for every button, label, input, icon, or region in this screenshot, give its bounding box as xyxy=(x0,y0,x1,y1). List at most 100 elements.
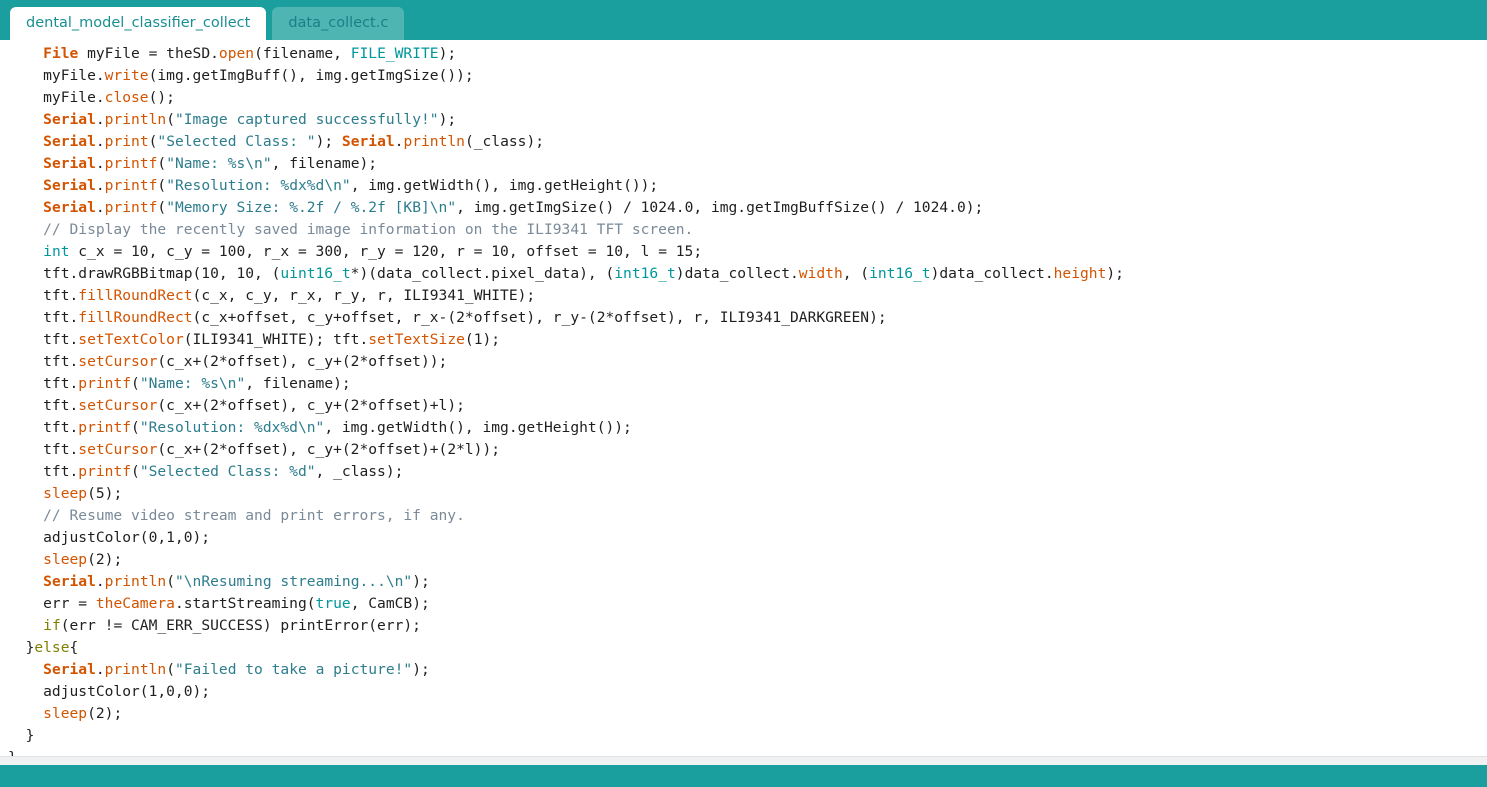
code-token: // Display the recently saved image info… xyxy=(8,221,694,238)
code-token: ); xyxy=(438,45,457,62)
code-token: "Name: %s\n" xyxy=(139,375,246,392)
code-token: setCursor xyxy=(78,441,158,458)
code-token: (c_x+(2*offset), c_y+(2*offset)+(2*l)); xyxy=(157,441,501,458)
source-code[interactable]: File myFile = theSD.open(filename, FILE_… xyxy=(0,43,1487,756)
code-token: println xyxy=(104,661,167,678)
code-token: } xyxy=(8,639,35,656)
code-token: *)(data_collect.pixel_data), ( xyxy=(350,265,615,282)
code-token: tft. xyxy=(8,419,79,436)
code-line: Serial.print("Selected Class: "); Serial… xyxy=(0,131,1487,153)
code-line: } xyxy=(0,747,1487,756)
code-token: printf xyxy=(104,155,158,172)
code-token: . xyxy=(95,155,105,172)
code-token: ( xyxy=(131,375,140,392)
code-line: myFile.write(img.getImgBuff(), img.getIm… xyxy=(0,65,1487,87)
code-token: (filename, xyxy=(254,45,351,62)
editor-tab-bar: dental_model_classifier_collect data_col… xyxy=(0,0,1487,40)
code-token: ( xyxy=(131,463,140,480)
code-token: ); xyxy=(1106,265,1124,282)
code-token: (c_x+(2*offset), c_y+(2*offset)); xyxy=(157,353,448,370)
code-token: adjustColor(1,0,0); xyxy=(8,683,211,700)
code-token: ( xyxy=(157,199,167,216)
code-line: adjustColor(0,1,0); xyxy=(0,527,1487,549)
code-line: tft.setCursor(c_x+(2*offset), c_y+(2*off… xyxy=(0,395,1487,417)
code-token: (img.getImgBuff(), img.getImgSize()); xyxy=(148,67,474,84)
code-line: // Resume video stream and print errors,… xyxy=(0,505,1487,527)
code-token: FILE_WRITE xyxy=(350,45,439,62)
code-token: . xyxy=(95,133,105,150)
code-token: , filename); xyxy=(271,155,378,172)
code-token: myFile. xyxy=(8,67,105,84)
code-token: println xyxy=(104,573,167,590)
code-token: File xyxy=(43,45,79,62)
code-token: printf xyxy=(78,463,132,480)
code-token: (c_x+(2*offset), c_y+(2*offset)+l); xyxy=(157,397,465,414)
code-token: myFile = theSD. xyxy=(78,45,219,62)
code-line: int c_x = 10, c_y = 100, r_x = 300, r_y … xyxy=(0,241,1487,263)
code-token: tft. xyxy=(8,309,79,326)
code-line: tft.setTextColor(ILI9341_WHITE); tft.set… xyxy=(0,329,1487,351)
code-token: print xyxy=(104,133,149,150)
code-line: tft.printf("Selected Class: %d", _class)… xyxy=(0,461,1487,483)
code-token: ); xyxy=(412,661,430,678)
code-editor-area[interactable]: File myFile = theSD.open(filename, FILE_… xyxy=(0,40,1487,756)
code-line: sleep(2); xyxy=(0,549,1487,571)
code-token: . xyxy=(95,573,105,590)
code-token: fillRoundRect xyxy=(78,287,193,304)
code-token: int xyxy=(43,243,70,260)
code-line: Serial.printf("Memory Size: %.2f / %.2f … xyxy=(0,197,1487,219)
code-line: File myFile = theSD.open(filename, FILE_… xyxy=(0,43,1487,65)
code-token: tft. xyxy=(8,287,79,304)
code-token: )data_collect. xyxy=(675,265,799,282)
code-token: ( xyxy=(157,177,167,194)
code-token: if xyxy=(43,617,61,634)
code-line: myFile.close(); xyxy=(0,87,1487,109)
code-token: . xyxy=(95,111,105,128)
code-token: "Memory Size: %.2f / %.2f [KB]\n" xyxy=(166,199,457,216)
code-token: . xyxy=(95,661,105,678)
code-line: }else{ xyxy=(0,637,1487,659)
code-token: printf xyxy=(78,375,132,392)
code-token: adjustColor(0,1,0); xyxy=(8,529,211,546)
code-token: ); xyxy=(438,111,457,128)
code-token: ( xyxy=(166,111,175,128)
code-token: (5); xyxy=(87,485,123,502)
code-token: printf xyxy=(104,177,158,194)
code-line: tft.printf("Resolution: %dx%d\n", img.ge… xyxy=(0,417,1487,439)
code-token: tft. xyxy=(8,375,79,392)
code-token: fillRoundRect xyxy=(78,309,193,326)
code-token: tft. xyxy=(8,441,79,458)
code-token: ); xyxy=(412,573,430,590)
code-token: ( xyxy=(166,661,175,678)
tab-dental-model-classifier-collect[interactable]: dental_model_classifier_collect xyxy=(10,7,267,40)
tab-data-collect-c[interactable]: data_collect.c xyxy=(272,7,405,40)
code-token: uint16_t xyxy=(280,265,351,282)
code-token: , filename); xyxy=(245,375,351,392)
code-line: tft.printf("Name: %s\n", filename); xyxy=(0,373,1487,395)
code-token: height xyxy=(1053,265,1107,282)
code-token: int16_t xyxy=(614,265,676,282)
code-token: (); xyxy=(148,89,175,106)
code-token: width xyxy=(798,265,843,282)
code-token: Serial xyxy=(43,177,96,194)
code-token: tft. xyxy=(8,463,79,480)
code-token: tft. xyxy=(8,397,79,414)
code-line: if(err != CAM_ERR_SUCCESS) printError(er… xyxy=(0,615,1487,637)
code-token: , img.getWidth(), img.getHeight()); xyxy=(350,177,659,194)
code-token: (c_x, c_y, r_x, r_y, r, ILI9341_WHITE); xyxy=(192,287,536,304)
code-token: close xyxy=(104,89,149,106)
code-token: (ILI9341_WHITE); tft. xyxy=(183,331,369,348)
code-line: } xyxy=(0,725,1487,747)
code-token: setTextSize xyxy=(368,331,465,348)
code-line: err = theCamera.startStreaming(true, Cam… xyxy=(0,593,1487,615)
code-token: setCursor xyxy=(78,397,158,414)
code-token: Serial xyxy=(43,199,96,216)
code-token: sleep xyxy=(43,705,88,722)
